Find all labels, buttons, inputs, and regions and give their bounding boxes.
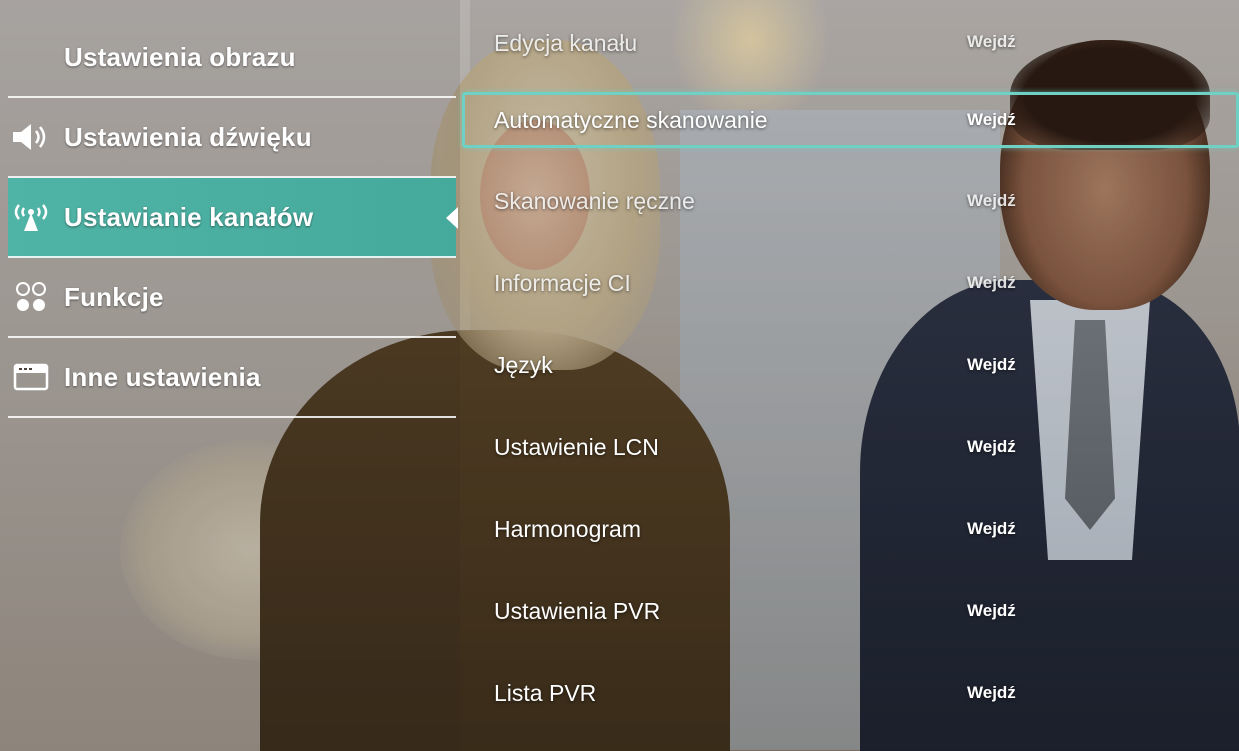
sidebar-item-picture-settings[interactable]: Ustawienia obrazu (8, 18, 456, 98)
setting-label: Lista PVR (494, 679, 597, 706)
sidebar-item-label: Funkcje (64, 281, 164, 312)
setting-row-channel-edit[interactable]: Edycja kanału Wejdź (462, 8, 1239, 78)
settings-category-menu: Ustawienia obrazu Ustawienia dźwięku Ust… (8, 18, 458, 418)
setting-row-lcn[interactable]: Ustawienie LCN Wejdź (462, 406, 1239, 488)
sidebar-item-label: Inne ustawienia (64, 361, 261, 392)
sidebar-item-label: Ustawienia obrazu (64, 41, 296, 72)
enter-button[interactable]: Wejdź (967, 273, 1016, 293)
setting-label: Edycja kanału (494, 30, 638, 56)
speaker-icon (8, 122, 54, 152)
sidebar-item-other-settings[interactable]: Inne ustawienia (8, 338, 456, 418)
setting-row-language[interactable]: Język Wejdź (462, 324, 1239, 406)
setting-row-pvr-settings[interactable]: Ustawienia PVR Wejdź (462, 570, 1239, 652)
setting-row-schedule[interactable]: Harmonogram Wejdź (462, 488, 1239, 570)
setting-row-manual-scan[interactable]: Skanowanie ręczne Wejdź (462, 160, 1239, 242)
sidebar-item-channel-settings[interactable]: Ustawianie kanałów (8, 178, 458, 258)
enter-button[interactable]: Wejdź (967, 437, 1016, 457)
setting-row-pvr-list[interactable]: Lista PVR Wejdź (462, 652, 1239, 734)
window-icon (8, 362, 54, 392)
enter-button[interactable]: Wejdź (967, 601, 1016, 621)
setting-label: Skanowanie ręczne (494, 187, 695, 214)
enter-button[interactable]: Wejdź (967, 519, 1016, 539)
setting-label: Ustawienia PVR (494, 597, 661, 624)
setting-label: Język (494, 351, 553, 378)
selected-caret-icon (446, 207, 458, 229)
sidebar-item-label: Ustawienia dźwięku (64, 121, 312, 152)
enter-button[interactable]: Wejdź (967, 110, 1016, 130)
enter-button[interactable]: Wejdź (967, 32, 1016, 52)
sidebar-item-sound-settings[interactable]: Ustawienia dźwięku (8, 98, 456, 178)
setting-label: Informacje CI (494, 269, 631, 296)
channel-settings-list: Edycja kanału Wejdź Automatyczne skanowa… (462, 8, 1239, 734)
enter-button[interactable]: Wejdź (967, 191, 1016, 211)
setting-row-auto-scan[interactable]: Automatyczne skanowanie Wejdź (462, 92, 1239, 148)
enter-button[interactable]: Wejdź (967, 355, 1016, 375)
setting-label: Ustawienie LCN (494, 433, 659, 460)
sidebar-item-label: Ustawianie kanałów (64, 201, 314, 232)
setting-label: Automatyczne skanowanie (494, 106, 768, 133)
functions-icon (8, 281, 54, 313)
antenna-icon (8, 201, 54, 233)
sidebar-item-functions[interactable]: Funkcje (8, 258, 456, 338)
setting-label: Harmonogram (494, 515, 641, 542)
setting-row-ci-info[interactable]: Informacje CI Wejdź (462, 242, 1239, 324)
enter-button[interactable]: Wejdź (967, 683, 1016, 703)
